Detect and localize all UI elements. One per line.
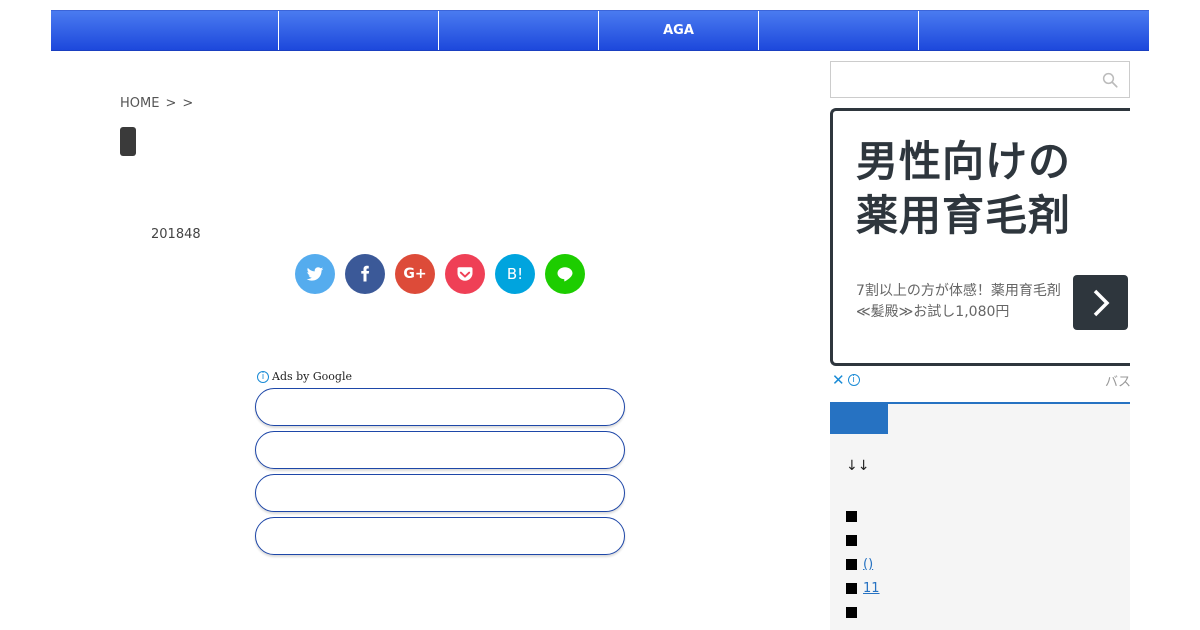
square-bullet-icon [846, 510, 857, 522]
ad-headline-line: 薬用育毛剤 [856, 191, 1072, 240]
nav-item-5[interactable] [759, 11, 919, 50]
square-bullet-icon [846, 558, 857, 570]
ad-link-button[interactable] [255, 474, 625, 512]
widget-arrows: ↓↓ [846, 458, 870, 474]
twitter-icon [306, 267, 324, 281]
share-buttons: G+ B! [295, 254, 585, 294]
category-badge[interactable] [120, 127, 136, 156]
ad-link-button[interactable] [255, 517, 625, 555]
nav-item-6[interactable] [919, 11, 1149, 50]
breadcrumb-separator: > [165, 96, 177, 111]
square-bullet-icon [846, 582, 857, 594]
line-share-button[interactable] [545, 254, 585, 294]
nav-item-1[interactable] [51, 11, 279, 50]
nav-item-2[interactable] [279, 11, 439, 50]
widget-link[interactable]: 11 [863, 581, 913, 596]
nav-item-aga[interactable]: AGA [599, 11, 759, 50]
ad-advertiser[interactable]: バスク [1105, 371, 1130, 390]
breadcrumb-home[interactable]: HOME [120, 96, 159, 111]
ads-by-google-label[interactable]: i Ads by Google [257, 370, 352, 383]
global-nav: AGA [51, 10, 1149, 51]
hatena-share-button[interactable]: B! [495, 254, 535, 294]
pocket-share-button[interactable] [445, 254, 485, 294]
sidebar-ad-banner[interactable]: 男性向けの 薬用育毛剤 7割以上の方が体感！薬用育毛剤≪髪殿≫お試し1,080円 [830, 108, 1130, 366]
info-icon[interactable]: i [847, 374, 860, 386]
pocket-icon [457, 267, 473, 281]
google-plus-share-button[interactable]: G+ [395, 254, 435, 294]
widget-link-list: () 11 [846, 504, 930, 624]
ad-choices-bar: ✕ i バスク [830, 370, 1130, 390]
list-item [846, 504, 930, 528]
list-item [846, 528, 930, 552]
search-icon[interactable] [1101, 71, 1119, 89]
ad-headline: 男性向けの 薬用育毛剤 [856, 135, 1071, 243]
ad-cta-button[interactable] [1073, 275, 1128, 330]
hatena-icon: B! [506, 265, 524, 283]
search-input[interactable] [831, 62, 1091, 97]
square-bullet-icon [846, 606, 857, 618]
info-icon: i [257, 370, 269, 383]
ad-description: 7割以上の方が体感！薬用育毛剤≪髪殿≫お試し1,080円 [856, 283, 1061, 320]
close-icon[interactable]: ✕ [832, 371, 845, 389]
list-item: 11 [846, 576, 930, 600]
list-item [846, 600, 930, 624]
ad-link-button[interactable] [255, 388, 625, 426]
facebook-icon [361, 265, 370, 282]
nav-item-3[interactable] [439, 11, 599, 50]
widget-link[interactable] [863, 509, 930, 523]
facebook-share-button[interactable] [345, 254, 385, 294]
search-box [830, 61, 1130, 98]
square-bullet-icon [846, 534, 857, 546]
widget-link[interactable]: () [863, 557, 890, 572]
list-item: () [846, 552, 930, 576]
post-date: 201848 [151, 227, 201, 242]
ads-label-text: Ads by Google [272, 370, 352, 383]
ad-links [255, 388, 625, 560]
line-icon [557, 267, 573, 282]
ad-headline-line: 男性向けの [856, 137, 1072, 186]
widget-link[interactable] [863, 533, 913, 547]
widget-link[interactable] [863, 605, 913, 619]
breadcrumb: HOME > > [120, 96, 193, 111]
ad-link-button[interactable] [255, 431, 625, 469]
google-plus-icon: G+ [403, 266, 427, 282]
sidebar-widget: ↓↓ () 11 [830, 402, 1130, 630]
breadcrumb-separator: > [182, 96, 194, 111]
widget-title-tab [830, 404, 888, 434]
chevron-right-icon [1093, 289, 1109, 316]
twitter-share-button[interactable] [295, 254, 335, 294]
